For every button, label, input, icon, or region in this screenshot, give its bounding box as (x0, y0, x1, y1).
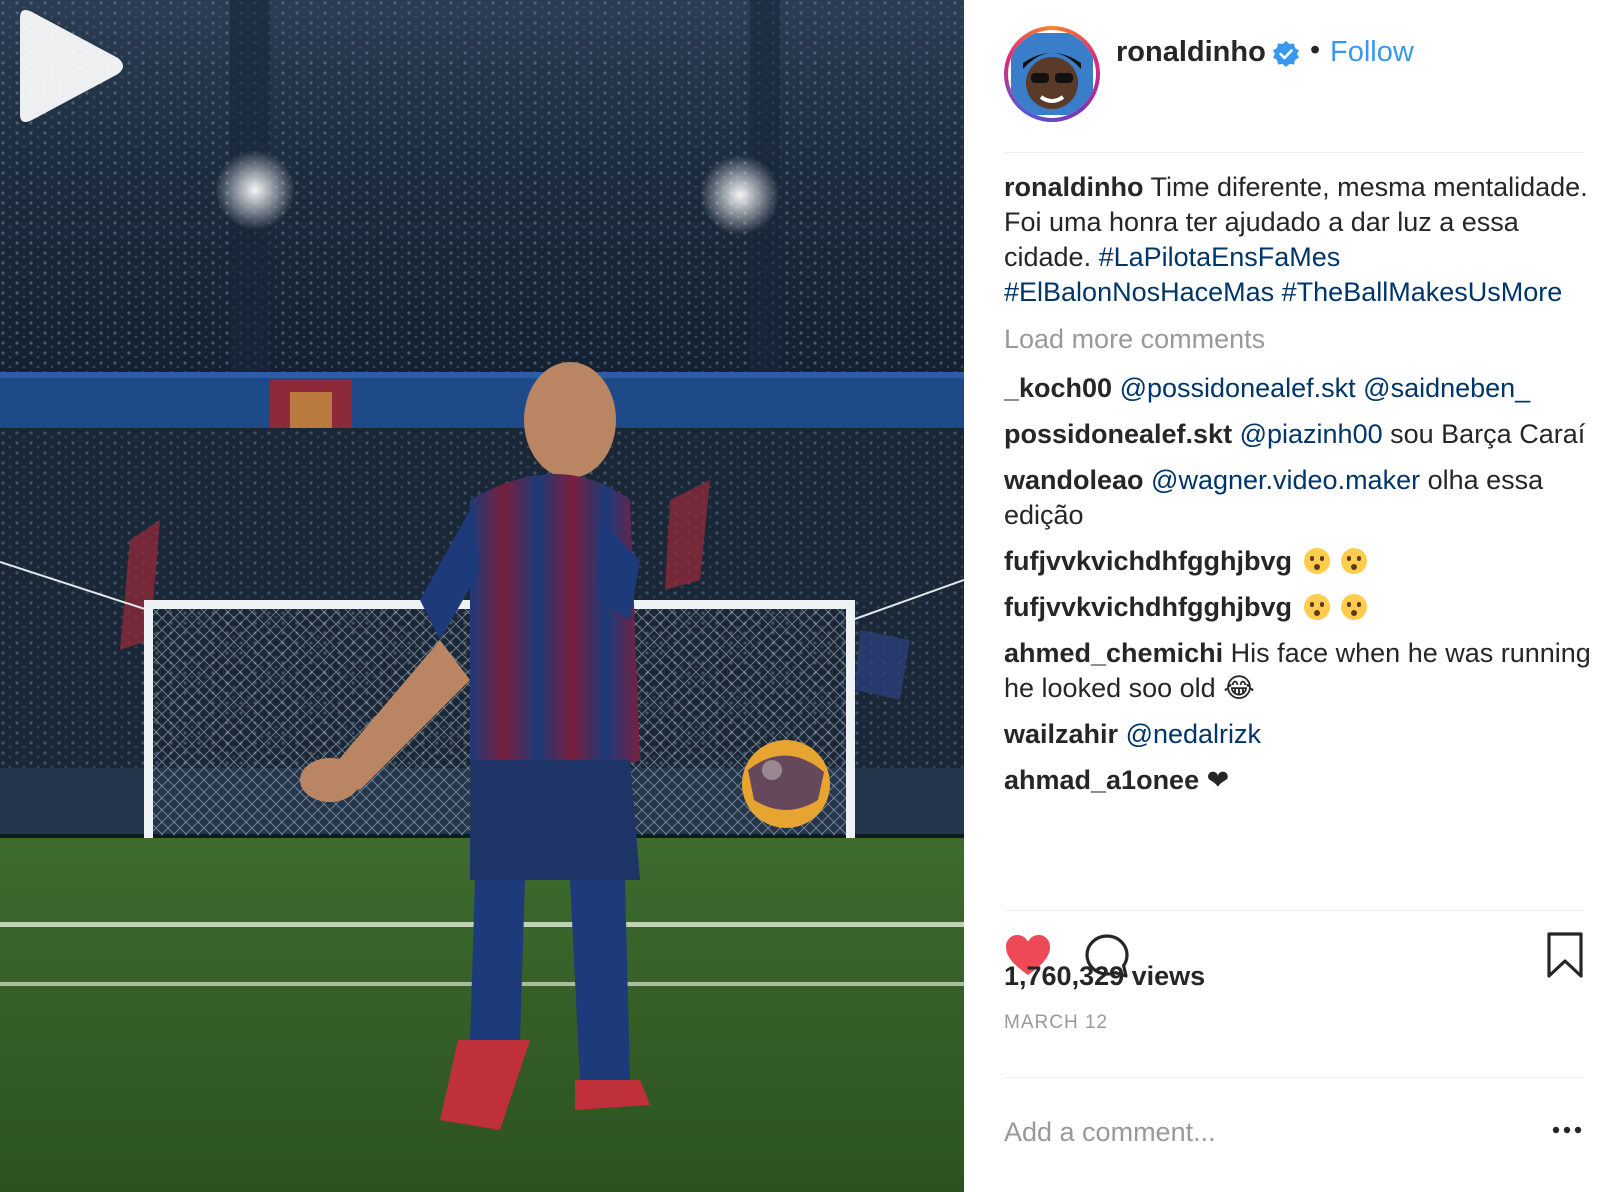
comment-username[interactable]: ahmed_chemichi (1004, 638, 1223, 668)
avatar[interactable] (1008, 30, 1096, 118)
post-sidebar: ronaldinho • Follow ronaldinho Time dife… (964, 0, 1624, 1192)
caption: ronaldinho Time diferente, mesma mentali… (1004, 170, 1604, 310)
comment-username[interactable]: wailzahir (1004, 719, 1118, 749)
comment-item: ahmed_chemichi His face when he was runn… (1004, 636, 1604, 706)
mention-link[interactable]: @piazinh00 (1240, 419, 1383, 449)
actions-section: 1,760,329 views MARCH 12 (1004, 910, 1584, 1171)
separator-dot: • (1310, 34, 1321, 66)
load-more-row: Load more comments (1004, 322, 1604, 357)
hushed-face-emoji (1303, 548, 1330, 574)
caption-username[interactable]: ronaldinho (1004, 172, 1143, 202)
views-count[interactable]: 1,760,329 views (1004, 961, 1205, 992)
video-still-soccer-stadium (0, 0, 964, 1192)
load-more-comments-button[interactable]: Load more comments (1004, 324, 1265, 354)
mention-link[interactable]: @wagner.video.maker (1151, 465, 1420, 495)
hushed-face-emoji (1341, 594, 1368, 620)
comment-item: wandoleao @wagner.video.maker olha essa … (1004, 463, 1604, 533)
hushed-face-emoji (1341, 548, 1368, 574)
comment-username[interactable]: fufjvvkvichdhfgghjbvg (1004, 592, 1292, 622)
add-comment-input[interactable] (1004, 1112, 1504, 1152)
add-comment-section (1004, 1077, 1584, 1172)
hushed-face-emoji (1303, 594, 1330, 620)
video-player[interactable] (0, 0, 964, 1192)
hashtag-link[interactable]: #LaPilotaEnsFaMes (1099, 242, 1341, 272)
hashtag-link[interactable]: #ElBalonNosHaceMas (1004, 277, 1274, 307)
instagram-post: ronaldinho • Follow ronaldinho Time dife… (0, 0, 1624, 1192)
comment-item: possidonealef.skt @piazinh00 sou Barça C… (1004, 417, 1604, 452)
comment-username[interactable]: wandoleao (1004, 465, 1144, 495)
more-options-icon[interactable] (1552, 1124, 1582, 1136)
follow-button[interactable]: Follow (1330, 36, 1414, 69)
comment-username[interactable]: possidonealef.skt (1004, 419, 1232, 449)
hashtag-link[interactable]: #TheBallMakesUsMore (1282, 277, 1563, 307)
author-username[interactable]: ronaldinho (1116, 36, 1266, 69)
comment-text: sou Barça Caraí (1390, 419, 1586, 449)
comment-item: fufjvvkvichdhfgghjbvg (1004, 590, 1604, 625)
comment-item: fufjvvkvichdhfgghjbvg (1004, 544, 1604, 579)
verified-badge-icon (1273, 41, 1299, 67)
laughing-tears-emoji: 😂 (1223, 673, 1255, 703)
comment-username[interactable]: fufjvvkvichdhfgghjbvg (1004, 546, 1292, 576)
comment-username[interactable]: ahmad_a1onee (1004, 765, 1199, 795)
mention-link[interactable]: @nedalrizk (1126, 719, 1261, 749)
mention-link[interactable]: @saidneben_ (1363, 373, 1530, 403)
story-ring[interactable] (1004, 26, 1100, 122)
comment-username[interactable]: _koch00 (1004, 373, 1112, 403)
post-date[interactable]: MARCH 12 (1004, 1012, 1108, 1034)
mention-link[interactable]: @possidonealef.skt (1120, 373, 1356, 403)
comment-item: wailzahir @nedalrizk (1004, 717, 1604, 752)
avatar-photo (1011, 33, 1093, 115)
bookmark-icon[interactable] (1546, 931, 1584, 979)
comment-item: _koch00 @possidonealef.skt @saidneben_ (1004, 371, 1604, 406)
heart-emoji: ❤ (1206, 765, 1230, 795)
comment-item: ahmad_a1onee ❤ (1004, 763, 1604, 798)
play-icon[interactable] (0, 0, 132, 132)
comments-list: ronaldinho Time diferente, mesma mentali… (1004, 170, 1604, 798)
